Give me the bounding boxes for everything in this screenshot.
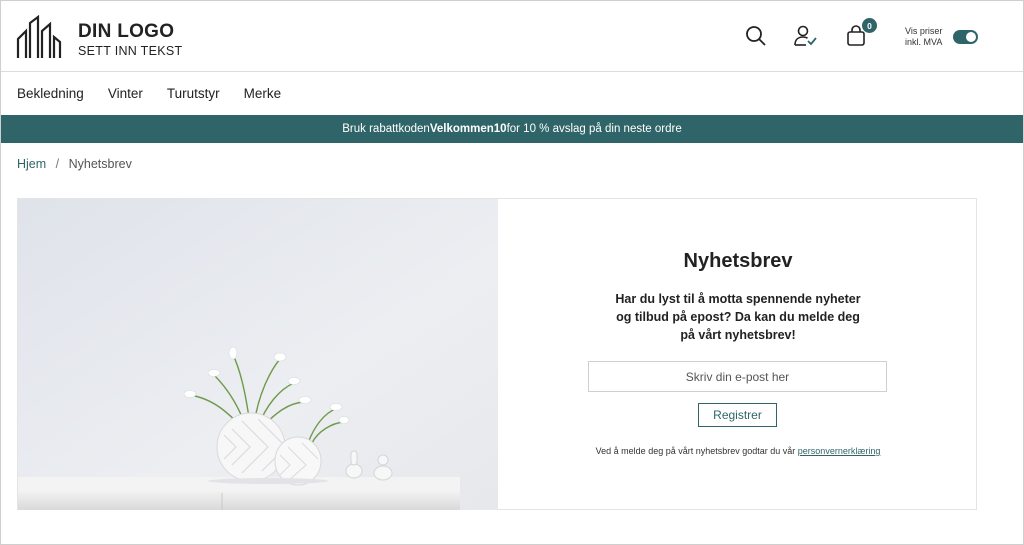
logo-title: DIN LOGO [78, 20, 175, 42]
hero-image [18, 199, 498, 510]
register-button[interactable]: Registrer [698, 403, 777, 427]
buildings-logo-icon [16, 14, 62, 64]
nav-item-vinter[interactable]: Vinter [108, 86, 143, 101]
newsletter-description: Har du lyst til å motta spennende nyhete… [615, 292, 861, 342]
newsletter-card: Nyhetsbrev Har du lyst til å motta spenn… [17, 198, 977, 510]
logo-subtitle: SETT INN TEKST [78, 43, 183, 58]
nav-item-merke[interactable]: Merke [244, 86, 282, 101]
breadcrumb-separator: / [55, 157, 60, 171]
search-button[interactable] [743, 25, 769, 51]
cart-count-badge: 0 [862, 18, 877, 33]
nav-item-turutstyr[interactable]: Turutstyr [167, 86, 220, 101]
nav-item-bekledning[interactable]: Bekledning [17, 86, 84, 101]
newsletter-title: Nyhetsbrev [683, 250, 793, 272]
consent-text: Ved å melde deg på vårt nyhetsbrev godta… [499, 446, 977, 456]
cart-button[interactable]: 0 [843, 18, 877, 51]
account-button[interactable] [793, 25, 819, 51]
logo[interactable]: DIN LOGO SETT INN TEKST [16, 14, 183, 64]
vat-toggle-group: Vis priser inkl. MVA [905, 26, 978, 48]
email-input[interactable] [588, 361, 887, 392]
main-nav: Bekledning Vinter Turutstyr Merke [17, 86, 305, 101]
site-header: DIN LOGO SETT INN TEKST 0 Vis priser ink… [1, 1, 1023, 72]
consent-sentence: Ved å melde deg på vårt nyhetsbrev godta… [595, 446, 798, 456]
breadcrumb: Hjem / Nyhetsbrev [17, 157, 132, 171]
vat-toggle-switch[interactable] [953, 30, 978, 44]
header-actions: 0 [743, 18, 877, 51]
vat-label: Vis priser inkl. MVA [905, 26, 943, 47]
privacy-policy-link[interactable]: personvernerklæring [798, 446, 881, 456]
promo-text-after: for 10 % avslag på din neste ordre [506, 123, 682, 135]
promo-text-before: Bruk rabattkoden [342, 123, 430, 135]
breadcrumb-home-link[interactable]: Hjem [17, 157, 46, 171]
user-check-icon [794, 25, 818, 52]
search-icon [745, 25, 767, 52]
newsletter-panel: Nyhetsbrev Har du lyst til å motta spenn… [499, 199, 977, 510]
promo-banner: Bruk rabattkoden Velkommen10 for 10 % av… [1, 115, 1023, 143]
promo-code: Velkommen10 [429, 123, 507, 135]
breadcrumb-current: Nyhetsbrev [68, 157, 132, 171]
